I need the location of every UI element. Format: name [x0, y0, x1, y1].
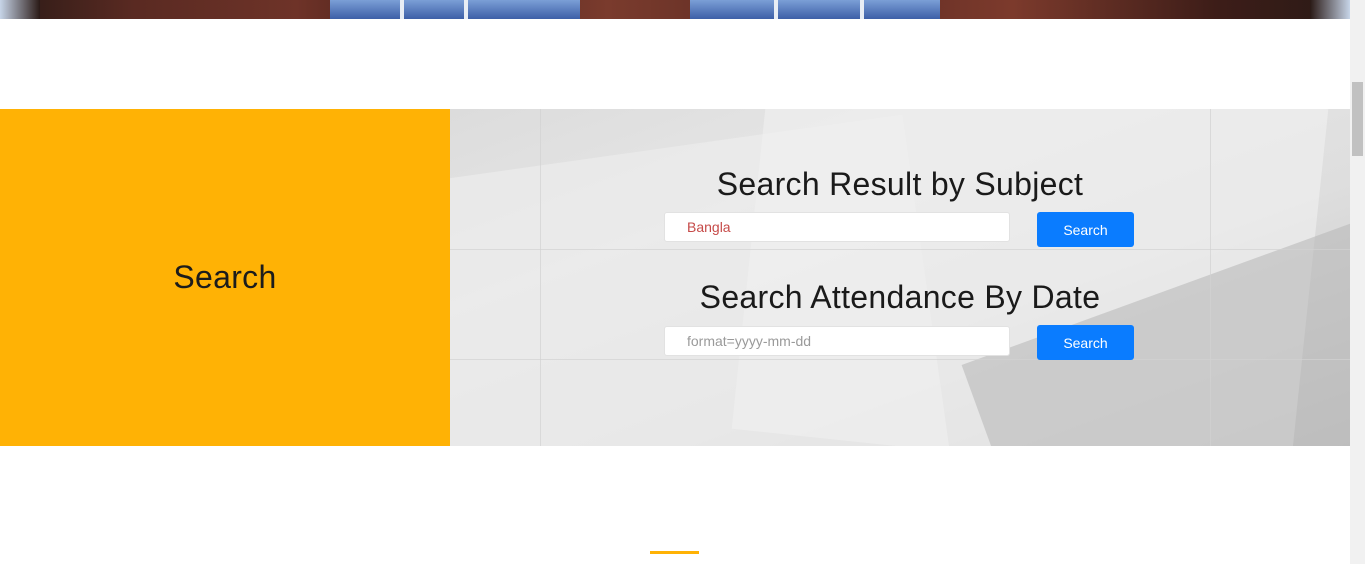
hero-window-pane: [690, 0, 774, 19]
search-heading-panel: Search: [0, 109, 450, 446]
hero-window-pane: [864, 0, 940, 19]
scrollbar-thumb[interactable]: [1352, 82, 1363, 156]
page-scrollbar[interactable]: [1350, 0, 1365, 564]
hero-edge-left: [0, 0, 40, 19]
search-heading: Search: [173, 259, 277, 295]
subject-search-button[interactable]: Search: [1037, 212, 1134, 247]
hero-image-strip: [0, 0, 1350, 19]
section-divider-accent: [650, 551, 699, 554]
subject-search-title: Search Result by Subject: [716, 166, 1084, 202]
hero-edge-right: [1310, 0, 1350, 19]
subject-input[interactable]: [664, 212, 1010, 242]
hero-window-pane: [468, 0, 580, 19]
attendance-date-input[interactable]: [664, 326, 1010, 356]
search-forms-panel: Search Result by Subject Search Search A…: [450, 109, 1350, 446]
attendance-search-title: Search Attendance By Date: [699, 279, 1101, 315]
search-section: Search Search Result by Subject Search S…: [0, 109, 1350, 446]
calendar-gridline: [540, 109, 541, 446]
hero-window-pane: [778, 0, 860, 19]
calendar-gridline: [1210, 109, 1211, 446]
hero-window-pane: [404, 0, 464, 19]
calendar-gridline: [450, 249, 1350, 250]
calendar-gridline: [450, 359, 1350, 360]
attendance-search-button[interactable]: Search: [1037, 325, 1134, 360]
hero-window-pane: [330, 0, 400, 19]
